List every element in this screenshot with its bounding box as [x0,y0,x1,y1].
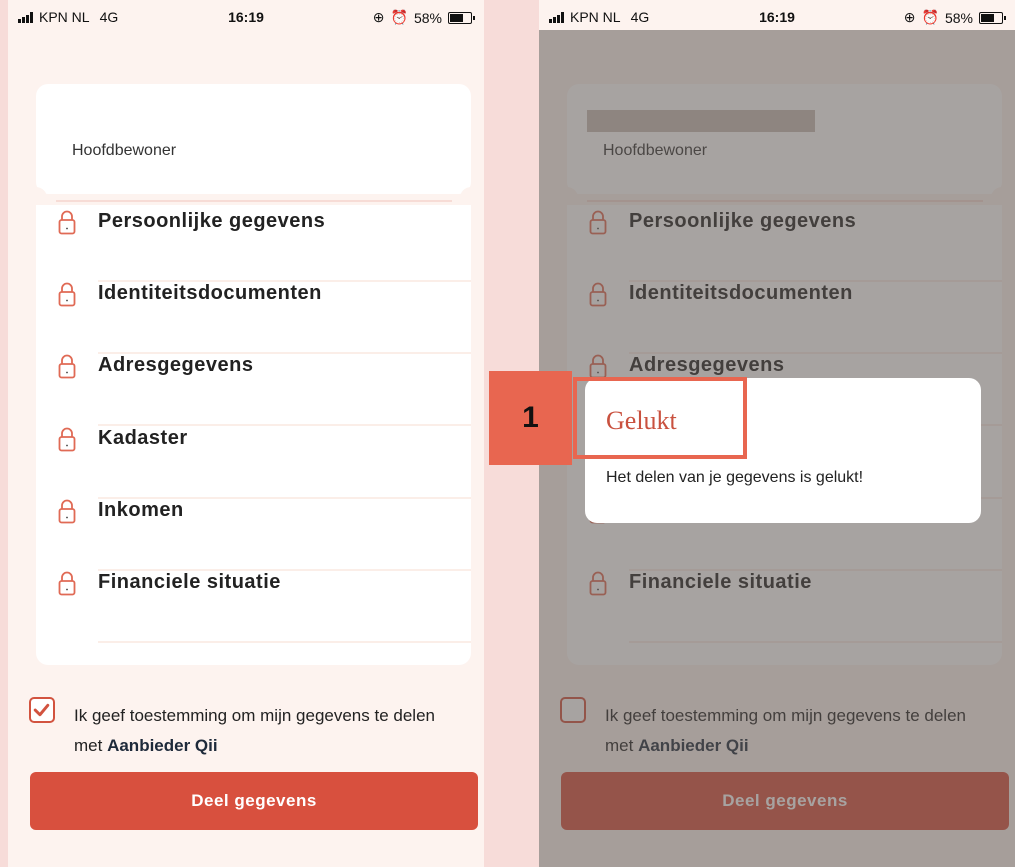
alarm-icon: ⏰ [921,9,939,25]
divider [98,424,471,426]
data-category-list: Persoonlijke gegevens Identiteitsdocument… [36,205,471,665]
category-item[interactable]: Financiele situatie [36,571,471,643]
consent-area: Ik geef toestemming om mijn gegevens te … [8,670,484,867]
dialog-message: Het delen van je gegevens is gelukt! [606,469,864,486]
divider [98,641,471,643]
redacted-name-bar [587,110,815,132]
share-data-button[interactable]: Deel gegevens [30,772,478,830]
lock-icon [58,571,76,601]
lock-icon [58,427,76,457]
battery-percentage: 58% [944,9,973,26]
category-label: Financiele situatie [98,571,281,593]
alarm-icon: ⏰ [390,9,408,25]
category-item[interactable]: Inkomen [36,499,471,571]
consent-text: Ik geef toestemming om mijn gegevens te … [74,701,454,761]
callout-highlight-box [573,377,747,459]
category-label: Adresgegevens [98,354,254,376]
callout-number-badge: 1 [489,371,572,465]
battery-icon [448,11,475,24]
orientation-lock-icon: ⊕ [372,9,385,25]
consent-checkbox[interactable] [29,697,55,723]
status-bar: KPN NL 4G 16:19 ⊕ ⏰ 58% [8,0,484,34]
category-label: Identiteitsdocumenten [98,282,322,304]
category-label: Persoonlijke gegevens [98,210,326,232]
category-item[interactable]: Identiteitsdocumenten [36,282,471,354]
orientation-lock-icon: ⊕ [903,9,916,25]
lock-icon [58,354,76,384]
ticket-tear-line [56,200,452,202]
checkmark-icon [33,703,50,717]
lock-icon [58,499,76,529]
category-item[interactable]: Adresgegevens [36,354,471,426]
category-item[interactable]: Kadaster [36,427,471,499]
phone-screen-before: KPN NL 4G 16:19 ⊕ ⏰ 58% Hoofdbewoner Per… [8,0,484,867]
category-label: Kadaster [98,427,188,449]
battery-icon [979,11,1006,24]
status-bar: KPN NL 4G 16:19 ⊕ ⏰ 58% [539,0,1015,34]
category-item[interactable]: Persoonlijke gegevens [36,210,471,282]
resident-card-header: Hoofdbewoner [36,84,471,194]
category-label: Inkomen [98,499,184,521]
lock-icon [58,210,76,240]
consent-provider: Aanbieder Qii [107,736,218,755]
lock-icon [58,282,76,312]
resident-label: Hoofdbewoner [72,142,177,159]
battery-percentage: 58% [413,9,442,26]
